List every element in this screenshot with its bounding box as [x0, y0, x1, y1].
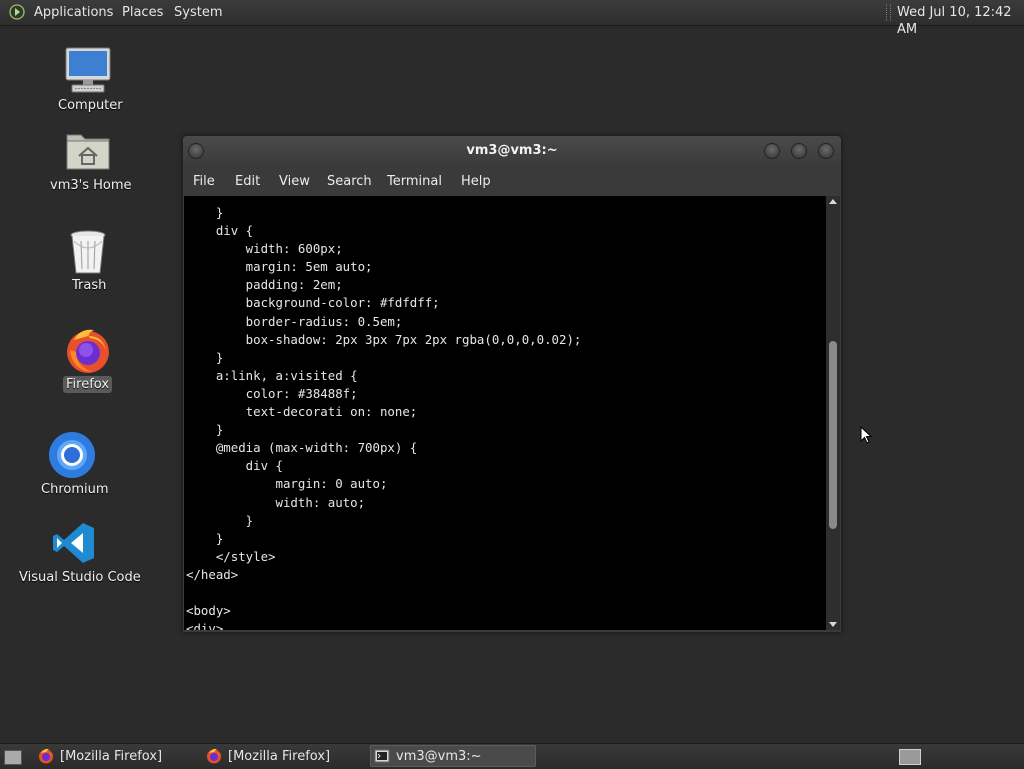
desktop-icon-vscode[interactable]: Visual Studio Code: [14, 518, 141, 590]
chromium-icon: [49, 432, 95, 478]
computer-icon: [65, 47, 111, 93]
desktop-icon-label: Trash: [72, 278, 107, 293]
workspace-switcher[interactable]: [899, 749, 921, 765]
terminal-line: box-shadow: 2px 3px 7px 2px rgba(0,0,0,0…: [186, 331, 582, 347]
desktop-icon-chromium[interactable]: Chromium: [24, 430, 120, 502]
firefox-icon: [39, 748, 53, 764]
top-panel: Applications Places System Wed Jul 10, 1…: [0, 0, 1024, 37]
firefox-icon: [207, 748, 221, 764]
desktop-icon-trash[interactable]: Trash: [40, 226, 136, 298]
places-menu[interactable]: Places: [122, 4, 163, 21]
terminal-line: }: [186, 422, 224, 438]
terminal-line: <body>: [186, 603, 231, 619]
desktop-icon-firefox[interactable]: Firefox: [40, 324, 136, 396]
bottom-panel: [Mozilla Firefox] [Mozilla Firefox] vm3@…: [0, 743, 1024, 769]
terminal-icon: [374, 749, 390, 763]
close-button[interactable]: [818, 143, 834, 159]
taskbar-item-label: vm3@vm3:~: [396, 749, 482, 764]
desktop-icon-home[interactable]: vm3's Home: [40, 126, 136, 198]
show-desktop-icon[interactable]: [4, 750, 22, 765]
desktop-icon-computer[interactable]: Computer: [40, 44, 136, 116]
system-menu[interactable]: System: [174, 4, 222, 21]
terminal-line: background-color: #fdfdff;: [186, 295, 440, 311]
vscode-icon: [53, 523, 94, 563]
terminal-line: }: [186, 349, 224, 365]
taskbar-item-label: [Mozilla Firefox]: [60, 749, 163, 764]
terminal-line: div {: [186, 458, 283, 474]
desktop-icon-label: Computer: [58, 98, 123, 113]
mouse-pointer-icon: [860, 426, 872, 444]
terminal-line: text-decorati on: none;: [186, 404, 418, 420]
scroll-up-arrow-icon[interactable]: [829, 199, 837, 204]
menu-search[interactable]: Search: [327, 173, 372, 190]
desktop-icon-label: vm3's Home: [50, 178, 132, 193]
desktop-icon-label: Chromium: [41, 482, 109, 497]
panel-handle[interactable]: [886, 4, 891, 21]
terminal-line: color: #38488f;: [186, 385, 358, 401]
taskbar-item-label: [Mozilla Firefox]: [228, 749, 331, 764]
terminal-line: }: [186, 530, 224, 546]
terminal-window: vm3@vm3:~ File Edit View Search Terminal…: [183, 136, 841, 632]
maximize-button[interactable]: [791, 143, 807, 159]
scroll-down-arrow-icon[interactable]: [829, 622, 837, 627]
gnome-foot-logo-icon[interactable]: [9, 4, 25, 20]
menu-bar: File Edit View Search Terminal Help: [183, 167, 841, 196]
home-folder-icon: [66, 134, 110, 170]
taskbar-item-terminal[interactable]: vm3@vm3:~: [370, 745, 536, 767]
terminal-line: }: [186, 512, 254, 528]
menu-view[interactable]: View: [279, 173, 310, 190]
firefox-icon: [67, 329, 109, 373]
menu-terminal[interactable]: Terminal: [387, 173, 442, 190]
terminal-line: margin: 5em auto;: [186, 259, 373, 275]
terminal-line: width: 600px;: [186, 241, 343, 257]
scroll-thumb[interactable]: [829, 341, 837, 529]
taskbar-item-firefox-1[interactable]: [Mozilla Firefox]: [34, 745, 200, 767]
title-bar[interactable]: vm3@vm3:~: [183, 136, 841, 167]
terminal-line: </head>: [186, 566, 239, 582]
terminal-line: margin: 0 auto;: [186, 476, 388, 492]
applications-menu[interactable]: Applications: [34, 4, 113, 21]
taskbar-item-firefox-2[interactable]: [Mozilla Firefox]: [202, 745, 368, 767]
terminal-line: border-radius: 0.5em;: [186, 313, 403, 329]
clock[interactable]: Wed Jul 10, 12:42 AM: [897, 4, 1024, 38]
desktop-icon-label: Visual Studio Code: [19, 570, 141, 585]
terminal-output[interactable]: } div { width: 600px; margin: 5em auto; …: [184, 196, 826, 630]
terminal-line: </style>: [186, 548, 276, 564]
terminal-line: @media (max-width: 700px) {: [186, 440, 418, 456]
scrollbar[interactable]: [826, 196, 840, 630]
terminal-line: width: auto;: [186, 494, 366, 510]
menu-help[interactable]: Help: [461, 173, 491, 190]
window-title: vm3@vm3:~: [466, 143, 558, 158]
menu-file[interactable]: File: [193, 173, 215, 190]
terminal-line: a:link, a:visited {: [186, 367, 358, 383]
terminal-line: padding: 2em;: [186, 277, 343, 293]
desktop-icon-label: Firefox: [63, 376, 113, 393]
trash-icon: [70, 230, 106, 274]
minimize-button[interactable]: [764, 143, 780, 159]
terminal-line: div {: [186, 223, 254, 239]
menu-edit[interactable]: Edit: [235, 173, 260, 190]
terminal-line: <div>: [186, 621, 224, 630]
terminal-line: }: [186, 205, 224, 220]
